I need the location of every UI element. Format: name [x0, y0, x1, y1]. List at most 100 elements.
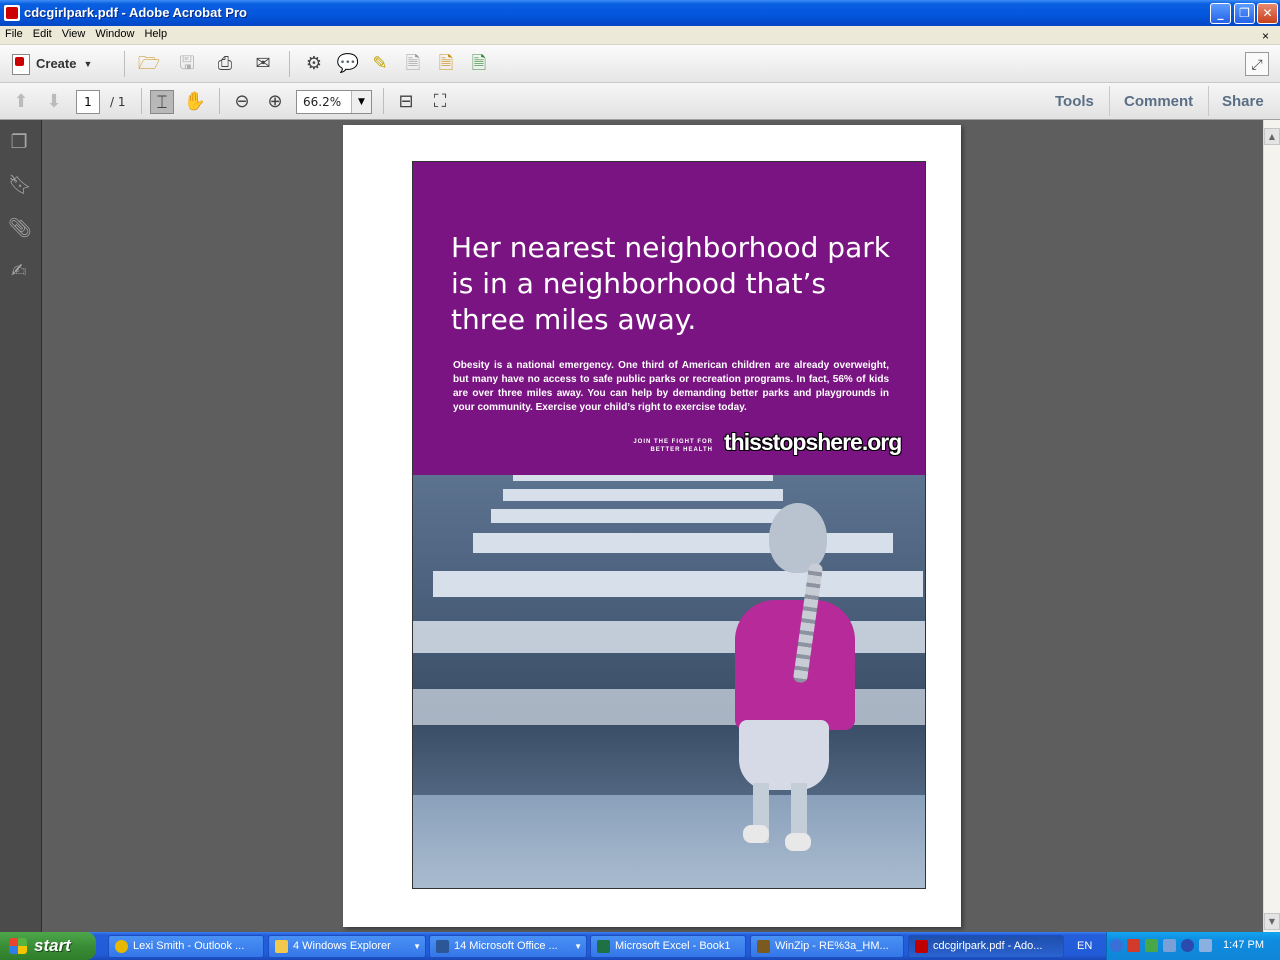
document-edit-icon[interactable]: 🗎	[434, 52, 458, 76]
chevron-down-icon: ▼	[413, 942, 421, 951]
pdf-page: Her nearest neighborhood park is in a ne…	[343, 125, 961, 927]
toolbar-divider	[383, 88, 384, 114]
girl-skirt	[739, 720, 829, 790]
toolbar-divider	[124, 51, 125, 77]
taskbar-item-acrobat[interactable]: cdcgirlpark.pdf - Ado...	[908, 935, 1064, 958]
window-title: cdcgirlpark.pdf - Adobe Acrobat Pro	[24, 5, 247, 20]
tray-acrobat-icon[interactable]	[1127, 939, 1140, 952]
create-label: Create	[36, 56, 77, 71]
title-bar: cdcgirlpark.pdf - Adobe Acrobat Pro _ ❐ …	[0, 0, 1280, 26]
tray-tools-icon[interactable]	[1163, 939, 1176, 952]
menu-file[interactable]: File	[0, 26, 28, 40]
page-thumbnails-icon[interactable]: ❐	[8, 130, 30, 154]
windows-logo-icon	[9, 938, 27, 954]
chevron-down-icon: ▼	[83, 59, 93, 69]
toolbar-divider	[289, 51, 290, 77]
clock: 1:47 PM	[1223, 939, 1264, 951]
highlight-icon[interactable]: ✎	[368, 52, 392, 76]
tab-divider	[1208, 86, 1209, 116]
expand-icon[interactable]: ⤢	[1245, 52, 1269, 76]
bookmark-icon[interactable]: 🔖︎	[8, 173, 32, 197]
fit-page-icon[interactable]: ⊟	[394, 90, 418, 114]
girl-at-crosswalk-photo	[413, 475, 925, 888]
poster: Her nearest neighborhood park is in a ne…	[412, 161, 926, 889]
tab-divider	[1109, 86, 1110, 116]
menu-bar: File Edit View Window Help ×	[0, 26, 1280, 45]
girl-head	[769, 503, 827, 573]
hand-tool-icon[interactable]: ✋	[183, 90, 207, 114]
winzip-icon	[757, 940, 770, 953]
previous-page-icon[interactable]: ⬆	[9, 90, 33, 114]
save-icon[interactable]: 🖫	[175, 52, 199, 76]
crosswalk-stripe	[513, 475, 773, 481]
toolbar-divider	[219, 88, 220, 114]
tray-volume-icon[interactable]	[1199, 939, 1212, 952]
close-button[interactable]: ✕	[1257, 3, 1278, 24]
document-settings-icon[interactable]: 🗎	[401, 52, 425, 76]
join-line-2: BETTER HEALTH	[650, 447, 713, 453]
print-icon[interactable]: ⎙	[213, 52, 237, 76]
taskbar-item-office[interactable]: 14 Microsoft Office ... ▼	[429, 935, 587, 958]
document-close-icon[interactable]: ×	[1257, 27, 1274, 43]
create-button[interactable]: Create ▼	[8, 52, 94, 76]
acrobat-icon	[4, 5, 20, 21]
task-label: Microsoft Excel - Book1	[615, 940, 731, 952]
settings-gear-icon[interactable]: ⚙	[302, 52, 326, 76]
menu-window[interactable]: Window	[90, 26, 139, 40]
crosswalk-stripe	[433, 571, 923, 597]
next-page-icon[interactable]: ⬇	[42, 90, 66, 114]
taskbar-item-winzip[interactable]: WinZip - RE%3a_HM...	[750, 935, 904, 958]
create-pdf-icon	[12, 54, 30, 75]
chrome-icon	[115, 940, 128, 953]
vertical-scrollbar[interactable]: ▲ ▼	[1263, 120, 1280, 932]
language-indicator[interactable]: EN	[1077, 940, 1092, 952]
tray-expand-icon[interactable]	[1110, 939, 1123, 952]
task-label: Lexi Smith - Outlook ...	[133, 940, 245, 952]
task-label: 4 Windows Explorer	[293, 940, 391, 952]
minimize-button[interactable]: _	[1210, 3, 1231, 24]
task-label: WinZip - RE%3a_HM...	[775, 940, 889, 952]
taskbar-item-excel[interactable]: Microsoft Excel - Book1	[590, 935, 746, 958]
menu-edit[interactable]: Edit	[28, 26, 57, 40]
zoom-out-icon[interactable]: ⊖	[230, 90, 254, 114]
zoom-in-icon[interactable]: ⊕	[263, 90, 287, 114]
scroll-down-arrow-icon[interactable]: ▼	[1264, 913, 1280, 930]
menu-view[interactable]: View	[57, 26, 91, 40]
crosswalk-stripe	[473, 533, 893, 553]
main-toolbar: Create ▼ 🗁 🖫 ⎙ ✉ ⚙ 💬 ✎ 🗎 🗎 🗎 ⤢	[0, 45, 1280, 83]
email-icon[interactable]: ✉	[251, 52, 275, 76]
taskbar-item-outlook[interactable]: Lexi Smith - Outlook ...	[108, 935, 264, 958]
zoom-select[interactable]: 66.2% ▼	[296, 90, 372, 114]
page-number-input[interactable]: 1	[76, 90, 100, 114]
document-export-icon[interactable]: 🗎	[467, 52, 491, 76]
select-cursor-icon[interactable]: ⌶	[150, 90, 174, 114]
menu-help[interactable]: Help	[139, 26, 172, 40]
maximize-button[interactable]: ❐	[1234, 3, 1255, 24]
tab-share[interactable]: Share	[1222, 93, 1264, 110]
system-tray: 1:47 PM	[1106, 932, 1280, 960]
chevron-down-icon[interactable]: ▼	[351, 91, 371, 113]
tray-network-icon[interactable]	[1145, 939, 1158, 952]
signature-icon[interactable]: ✍	[8, 259, 30, 283]
tab-tools[interactable]: Tools	[1055, 93, 1094, 110]
start-button[interactable]: start	[0, 932, 96, 960]
poster-headline: Her nearest neighborhood park is in a ne…	[451, 231, 890, 336]
word-icon	[436, 940, 449, 953]
crosswalk-stripe	[491, 509, 791, 523]
join-tagline: JOIN THE FIGHT FOR BETTER HEALTH	[623, 438, 713, 454]
task-label: cdcgirlpark.pdf - Ado...	[933, 940, 1043, 952]
tray-alert-icon[interactable]	[1181, 939, 1194, 952]
navigation-pane: ❐ 🔖︎ 📎︎ ✍	[0, 120, 42, 932]
full-screen-icon[interactable]: ⛶	[428, 90, 452, 114]
start-label: start	[34, 936, 71, 955]
scroll-up-arrow-icon[interactable]: ▲	[1264, 128, 1280, 145]
open-folder-icon[interactable]: 🗁	[137, 52, 161, 76]
brand-logo: thisstopshere.org	[724, 429, 902, 455]
comment-bubble-icon[interactable]: 💬	[336, 52, 360, 76]
tab-comment[interactable]: Comment	[1124, 93, 1193, 110]
pdf-icon	[915, 940, 928, 953]
taskbar-item-explorer[interactable]: 4 Windows Explorer ▼	[268, 935, 426, 958]
document-view[interactable]: Her nearest neighborhood park is in a ne…	[42, 120, 1263, 932]
girl-shoe	[743, 825, 769, 843]
attachment-paperclip-icon[interactable]: 📎︎	[8, 216, 32, 240]
